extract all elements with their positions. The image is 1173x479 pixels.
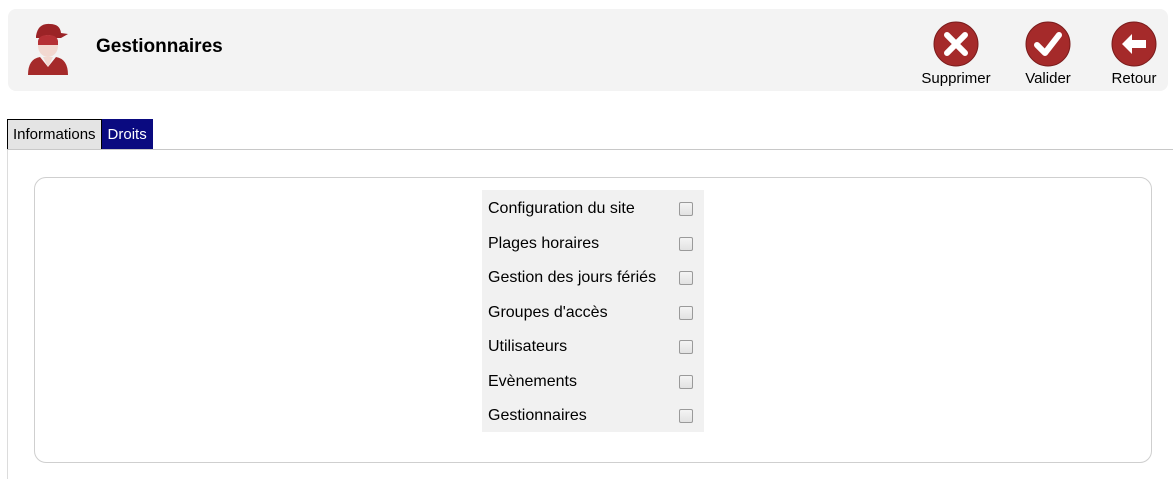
- right-label: Configuration du site: [488, 200, 635, 218]
- right-checkbox[interactable]: [679, 374, 693, 389]
- tab-bar: Informations Droits: [7, 119, 153, 150]
- right-row-events: Evènements: [482, 365, 704, 400]
- content-frame-edge: [7, 150, 8, 479]
- right-checkbox[interactable]: [679, 202, 693, 217]
- delete-button[interactable]: Supprimer: [916, 21, 996, 87]
- right-checkbox[interactable]: [679, 409, 693, 424]
- right-row-access-groups: Groupes d'accès: [482, 296, 704, 331]
- right-label: Plages horaires: [488, 234, 600, 252]
- right-row-site-configuration: Configuration du site: [482, 192, 704, 227]
- right-checkbox[interactable]: [679, 236, 693, 251]
- page-title: Gestionnaires: [96, 36, 223, 57]
- right-label: Gestionnaires: [488, 407, 587, 425]
- right-checkbox[interactable]: [679, 271, 693, 286]
- tab-divider: [7, 149, 1173, 150]
- delete-icon: [933, 21, 979, 67]
- right-label: Utilisateurs: [488, 338, 568, 356]
- delete-label: Supprimer: [921, 70, 991, 87]
- back-button[interactable]: Retour: [1094, 21, 1173, 87]
- right-row-time-slots: Plages horaires: [482, 227, 704, 262]
- checkmark-icon: [1025, 21, 1071, 67]
- rights-list: Configuration du site Plages horaires Ge…: [482, 190, 704, 432]
- right-label: Evènements: [488, 372, 577, 390]
- validate-label: Valider: [1025, 70, 1071, 87]
- right-label: Groupes d'accès: [488, 303, 608, 321]
- right-row-holidays: Gestion des jours fériés: [482, 261, 704, 296]
- back-label: Retour: [1111, 70, 1157, 87]
- manager-user-icon: [28, 23, 68, 75]
- validate-button[interactable]: Valider: [1008, 21, 1088, 87]
- back-arrow-icon: [1111, 21, 1157, 67]
- right-checkbox[interactable]: [679, 305, 693, 320]
- right-label: Gestion des jours fériés: [488, 269, 657, 287]
- right-checkbox[interactable]: [679, 340, 693, 355]
- right-row-users: Utilisateurs: [482, 330, 704, 365]
- tab-droits[interactable]: Droits: [101, 119, 153, 150]
- page-header: Gestionnaires Supprimer Valider Retour: [8, 9, 1168, 91]
- right-row-managers: Gestionnaires: [482, 399, 704, 434]
- tab-informations[interactable]: Informations: [7, 119, 102, 150]
